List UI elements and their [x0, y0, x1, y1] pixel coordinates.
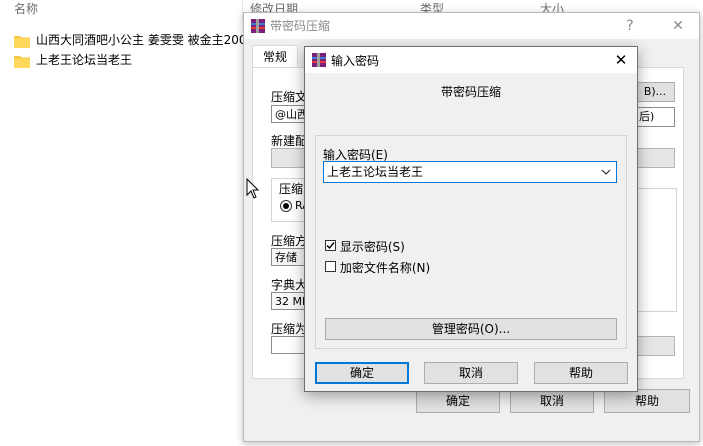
- winrar-icon: [250, 18, 266, 37]
- mouse-cursor-icon: [246, 177, 260, 203]
- password-dialog: 输入密码 ✕ 带密码压缩 输入密码(E) 上老王论坛当老王 显示密码(S) 加密…: [304, 46, 638, 392]
- update-mode-text: 后): [639, 110, 655, 123]
- archive-dialog-titlebar: 带密码压缩 ? ✕: [244, 13, 699, 39]
- options-area: [635, 188, 677, 312]
- close-icon[interactable]: ✕: [607, 49, 635, 71]
- cancel-button[interactable]: 取消: [510, 389, 594, 413]
- password-ok-button[interactable]: 确定: [315, 362, 409, 384]
- archive-dialog-title: 带密码压缩: [270, 19, 331, 33]
- password-dialog-heading: 带密码压缩: [440, 85, 501, 99]
- help-button[interactable]: ?: [616, 15, 644, 37]
- chevron-down-icon[interactable]: [599, 162, 613, 190]
- browse-button[interactable]: B)...: [635, 82, 675, 102]
- password-help-button[interactable]: 帮助: [534, 362, 628, 384]
- file-name: 山西大同酒吧小公主 姜雯雯 被金主200: [36, 33, 247, 47]
- manage-passwords-button[interactable]: 管理密码(O)...: [325, 318, 617, 340]
- column-header-name[interactable]: 名称: [14, 0, 38, 18]
- password-input-value: 上老王论坛当老王: [327, 165, 424, 179]
- format-radio[interactable]: [280, 200, 292, 212]
- show-password-checkbox[interactable]: [325, 240, 336, 251]
- tab-general[interactable]: 常规: [252, 45, 298, 68]
- show-password-checkbox-row[interactable]: 显示密码(S): [325, 238, 405, 255]
- options-button[interactable]: [635, 336, 675, 356]
- archive-name-label: 压缩文: [271, 90, 308, 104]
- encrypt-names-checkbox[interactable]: [325, 261, 336, 272]
- split-label: 压缩为: [271, 322, 308, 336]
- list-item[interactable]: 上老王论坛当老王: [14, 50, 132, 70]
- file-name: 上老王论坛当老王: [36, 53, 133, 67]
- folder-icon: [14, 54, 30, 68]
- password-dialog-title: 输入密码: [331, 54, 380, 68]
- show-password-label: 显示密码(S): [339, 240, 405, 254]
- format-label: 压缩: [279, 182, 304, 196]
- dict-label: 字典大: [271, 278, 308, 292]
- list-item[interactable]: 山西大同酒吧小公主 姜雯雯 被金主200: [14, 30, 247, 50]
- ok-button[interactable]: 确定: [416, 389, 500, 413]
- new-config-label: 新建配: [271, 134, 308, 148]
- password-input[interactable]: 上老王论坛当老王: [323, 161, 617, 183]
- profile-combo[interactable]: [635, 148, 675, 168]
- encrypt-names-label: 加密文件名称(N): [339, 261, 431, 275]
- help-button-bottom[interactable]: 帮助: [604, 389, 690, 413]
- password-dialog-titlebar: 输入密码 ✕: [305, 47, 637, 73]
- winrar-icon: [311, 52, 327, 71]
- folder-icon: [14, 34, 30, 48]
- close-icon[interactable]: ✕: [664, 15, 692, 37]
- encrypt-names-checkbox-row[interactable]: 加密文件名称(N): [325, 259, 430, 276]
- update-mode-combo[interactable]: 后): [635, 107, 675, 127]
- password-cancel-button[interactable]: 取消: [424, 362, 518, 384]
- method-label: 压缩方: [271, 234, 308, 248]
